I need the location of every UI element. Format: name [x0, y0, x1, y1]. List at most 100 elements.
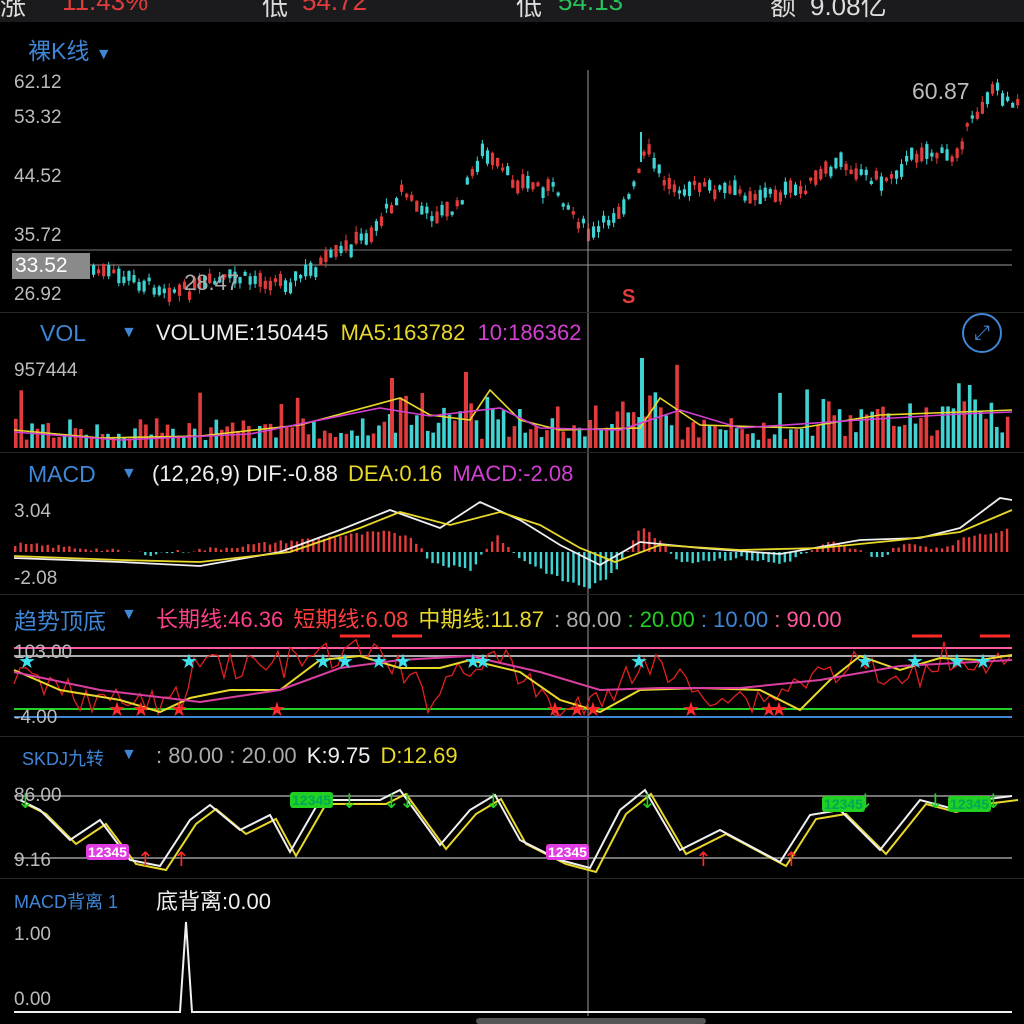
- volume-bar: [935, 430, 939, 448]
- volume-bar: [339, 432, 343, 448]
- horizontal-scrollbar[interactable]: [476, 1018, 706, 1024]
- dropdown-triangle-icon[interactable]: ▼: [121, 324, 137, 342]
- candle-body: [1006, 96, 1010, 101]
- volume-bar: [496, 419, 500, 448]
- volume-bar: [702, 419, 706, 448]
- macd-histogram-bar: [539, 552, 543, 569]
- dropdown-triangle-icon[interactable]: ▼: [121, 746, 137, 764]
- down-arrow-icon: ↓: [485, 789, 502, 813]
- candle-body: [329, 249, 333, 258]
- candle-body: [127, 271, 131, 281]
- macd-histogram-bar: [154, 552, 158, 555]
- macd-histogram-bar: [111, 548, 114, 552]
- macd-histogram-bar: [458, 552, 461, 567]
- candle-body: [854, 168, 858, 180]
- candle-body: [859, 169, 863, 175]
- candle-body: [349, 244, 353, 258]
- macd-histogram-bar: [962, 537, 965, 552]
- candle-body: [591, 226, 596, 238]
- volume-bar: [897, 426, 902, 448]
- volume-bar: [881, 406, 885, 448]
- macd-histogram-bar: [453, 552, 456, 566]
- macd-histogram-bar: [469, 552, 472, 571]
- down-arrow-icon: ↓: [927, 789, 944, 813]
- volume-bar: [390, 378, 394, 448]
- kline-title[interactable]: 裸K线 ▼: [28, 32, 112, 66]
- down-arrow-icon: ↓: [341, 789, 358, 813]
- macd-histogram-bar: [84, 549, 87, 552]
- macd-histogram-bar: [881, 552, 884, 558]
- dropdown-triangle-icon[interactable]: ▼: [121, 465, 137, 483]
- skdj-title[interactable]: SKDJ九转: [22, 745, 104, 771]
- candle-body: [314, 267, 318, 278]
- macd-histogram-bar: [713, 552, 716, 561]
- volume-bar: [290, 427, 295, 448]
- volume-bar: [41, 424, 45, 448]
- macd-histogram-bar: [626, 551, 629, 552]
- volume-bar: [46, 422, 51, 448]
- candle-body: [405, 193, 409, 198]
- volume-bar: [453, 420, 457, 448]
- volume-bar: [24, 439, 29, 448]
- macd-histogram-bar: [653, 538, 656, 552]
- macd-histogram-bar: [892, 547, 895, 552]
- volume-bar: [344, 433, 349, 448]
- candle-body: [930, 152, 934, 157]
- volume-bar: [263, 424, 267, 448]
- macd-histogram-bar: [89, 550, 93, 552]
- macd-histogram-bar: [230, 548, 234, 552]
- macd-histogram-bar: [740, 552, 743, 557]
- macd-histogram-bar: [431, 552, 434, 563]
- dropdown-triangle-icon[interactable]: ▼: [121, 606, 137, 624]
- bottom-star-icon: ★: [170, 697, 188, 721]
- candle-body: [294, 271, 298, 281]
- volume-bar: [382, 421, 387, 448]
- candle-body: [960, 141, 964, 150]
- candle-body: [834, 157, 838, 169]
- candle-body: [1011, 102, 1015, 108]
- trend-title[interactable]: 趋势顶底: [14, 602, 106, 636]
- volume-bar: [431, 432, 435, 448]
- volume-bar: [474, 420, 479, 448]
- macd-histogram-bar: [203, 550, 207, 552]
- candle-body: [728, 185, 732, 194]
- volume-bar: [415, 415, 419, 448]
- divergence-title[interactable]: MACD背离 1: [14, 888, 118, 914]
- candle-body: [430, 216, 434, 222]
- volume-bar: [225, 426, 229, 448]
- candle-body: [410, 194, 414, 201]
- up-arrow-icon: ↑: [783, 847, 800, 871]
- macd-histogram-bar: [317, 537, 320, 552]
- volume-bar: [550, 418, 555, 448]
- volume-bar: [778, 392, 782, 448]
- macd-histogram-bar: [507, 547, 510, 552]
- candle-body: [501, 167, 505, 171]
- macd-histogram-bar: [14, 545, 17, 552]
- macd-histogram-bar: [642, 528, 646, 552]
- vol-title[interactable]: VOL: [40, 320, 86, 347]
- volume-bar: [729, 418, 734, 448]
- volume-bar: [588, 420, 593, 448]
- macd-histogram-bar: [686, 552, 689, 562]
- expand-icon[interactable]: ⤢: [962, 313, 1002, 353]
- stock-chart-canvas[interactable]: ★ ★ ★ ★ ★ ★ ★★ ★ ★ ★ ★ ★★ ★ ★ ★ ★ ★★ ★ ★★↓ ↓ ↓ ↓ ↓ ↓ ↓ ↓↓↑ ↑ ↑ ↑: [0, 0, 1024, 1024]
- volume-bar: [604, 427, 609, 448]
- dropdown-triangle-icon[interactable]: ▼: [96, 46, 112, 63]
- macd-histogram-bar: [116, 549, 120, 552]
- volume-bar: [675, 364, 679, 448]
- candle-body: [162, 288, 166, 294]
- volume-bar: [236, 430, 240, 448]
- volume-bar: [962, 401, 967, 448]
- macd-histogram-bar: [593, 552, 597, 584]
- macd-histogram-bar: [57, 544, 60, 552]
- macd-histogram-bar: [415, 543, 418, 552]
- candle-body: [829, 166, 833, 177]
- candle-body: [622, 199, 626, 215]
- macd-histogram-bar: [496, 535, 499, 552]
- volume-bar: [512, 426, 517, 448]
- candle-body: [137, 282, 141, 291]
- candle-body: [602, 215, 606, 223]
- candle-body: [485, 150, 490, 164]
- macd-title[interactable]: MACD: [28, 461, 96, 488]
- candle-body: [531, 182, 535, 190]
